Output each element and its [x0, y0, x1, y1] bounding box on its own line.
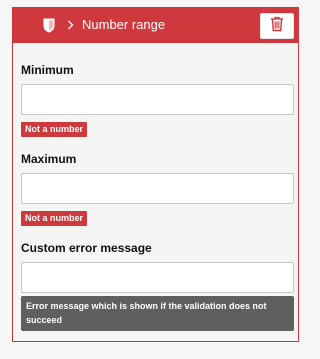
custom-error-help-text: Error message which is shown if the vali… [21, 296, 294, 331]
panel-title: Number range [82, 17, 166, 32]
trash-icon [270, 16, 284, 37]
custom-error-label: Custom error message [21, 241, 152, 255]
maximum-error-badge: Not a number [21, 211, 88, 226]
maximum-label: Maximum [21, 152, 77, 166]
panel-header: Number range [13, 8, 298, 43]
delete-button[interactable] [260, 13, 294, 39]
maximum-input[interactable] [21, 173, 294, 204]
minimum-error-badge: Not a number [21, 122, 88, 137]
minimum-field-group: Minimum Not a number [21, 62, 294, 137]
validator-panel: Number range Minimum Not a number Maximu… [12, 7, 299, 342]
minimum-input[interactable] [21, 84, 294, 115]
custom-error-field-group: Custom error message Error message which… [21, 240, 294, 331]
maximum-field-group: Maximum Not a number [21, 151, 294, 226]
chevron-right-icon [67, 16, 75, 39]
minimum-label: Minimum [21, 63, 74, 77]
custom-error-input[interactable] [21, 262, 294, 293]
shield-icon [43, 18, 55, 33]
